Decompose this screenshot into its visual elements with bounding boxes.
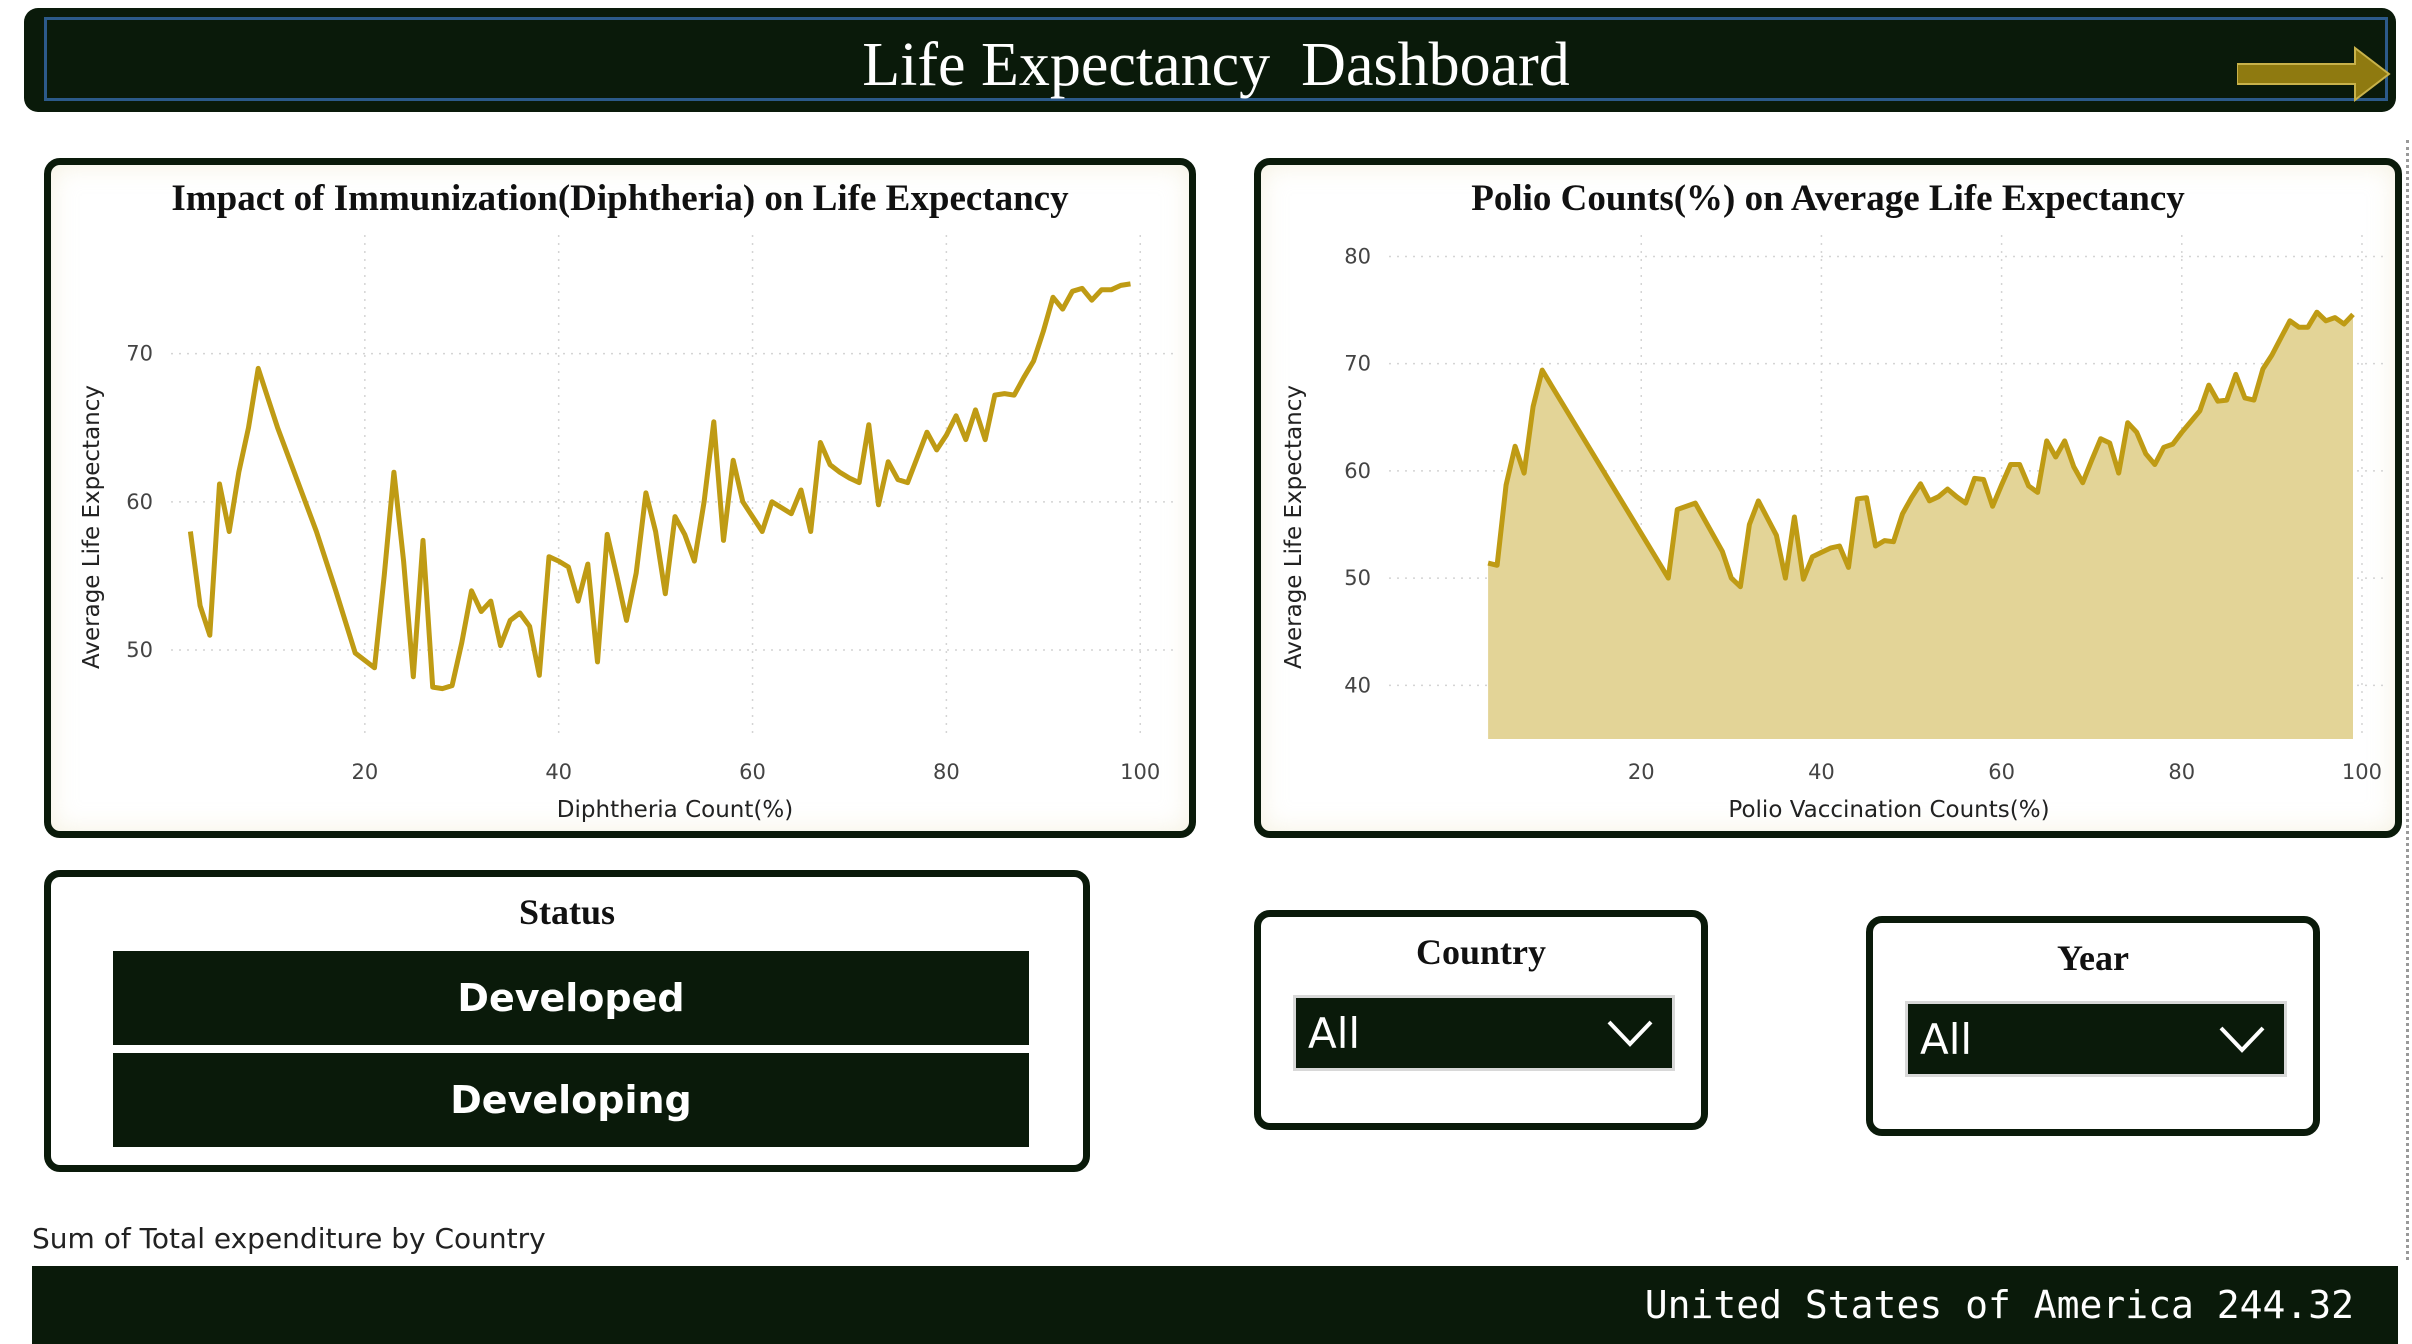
page-title: Life Expectancy Dashboard — [862, 31, 1570, 99]
y-tick-label: 80 — [1344, 244, 1371, 268]
x-tick-label: 60 — [739, 760, 766, 784]
expenditure-value: United States of America 244.32 — [1644, 1283, 2354, 1327]
x-tick-label: 60 — [1988, 760, 2015, 784]
year-selected-value: All — [1920, 1015, 1973, 1064]
polio-area-chart: 20 40 60 80 100 40 50 60 70 80 Polio Vaccination C… — [1281, 235, 2389, 823]
country-title: Country — [1415, 932, 1546, 972]
y-axis-label: Average Life Expectancy — [1281, 385, 1307, 669]
y-tick-label: 60 — [1344, 459, 1371, 483]
dashboard-header: Life Expectancy Dashboard — [24, 8, 2396, 112]
expenditure-label: Sum of Total expenditure by Country — [32, 1222, 546, 1255]
x-tick-label: 100 — [2342, 760, 2382, 784]
status-option-developing[interactable]: Developing — [113, 1053, 1029, 1147]
year-filter: Year All — [1866, 916, 2320, 1136]
right-arrow-icon[interactable] — [2237, 46, 2391, 102]
country-selected-value: All — [1308, 1009, 1361, 1058]
y-tick-label: 50 — [126, 638, 153, 662]
x-axis-label: Diphtheria Count(%) — [557, 797, 793, 823]
y-tick-label: 40 — [1344, 673, 1371, 697]
header-frame: Life Expectancy Dashboard — [44, 17, 2391, 102]
expenditure-bar: United States of America 244.32 — [32, 1266, 2398, 1344]
year-title: Year — [2057, 938, 2129, 978]
diphtheria-chart-panel: Impact of Immunization(Diphtheria) on Li… — [44, 158, 1196, 838]
status-option-developed[interactable]: Developed — [113, 951, 1029, 1045]
status-slicer: Status Developed Developing — [44, 870, 1090, 1172]
x-tick-label: 100 — [1120, 760, 1160, 784]
status-title: Status — [518, 892, 616, 932]
x-tick-label: 80 — [933, 760, 960, 784]
x-tick-label: 80 — [2168, 760, 2195, 784]
polio-chart-panel: Polio Counts(%) on Average Life Expectan… — [1254, 158, 2402, 838]
x-tick-label: 40 — [1808, 760, 1835, 784]
x-tick-label: 20 — [351, 760, 378, 784]
chevron-down-icon — [1607, 1020, 1653, 1047]
page-edge-divider — [2406, 140, 2409, 1260]
chevron-down-icon — [2219, 1026, 2265, 1053]
y-tick-label: 70 — [1344, 352, 1371, 376]
x-tick-label: 40 — [545, 760, 572, 784]
y-tick-label: 50 — [1344, 566, 1371, 590]
x-tick-label: 20 — [1628, 760, 1655, 784]
year-dropdown[interactable]: All — [1905, 1001, 2287, 1077]
arrow-shape — [2237, 46, 2391, 102]
series-area — [1488, 312, 2353, 739]
series-line — [187, 281, 1131, 692]
country-filter: Country All — [1254, 910, 1708, 1130]
y-tick-label: 60 — [126, 490, 153, 514]
y-axis-label: Average Life Expectancy — [79, 385, 105, 669]
y-tick-label: 70 — [126, 342, 153, 366]
x-axis-label: Polio Vaccination Counts(%) — [1728, 797, 2049, 823]
country-dropdown[interactable]: All — [1293, 995, 1675, 1071]
diphtheria-line-chart: 20 40 60 80 100 50 60 70 Diphtheria Count(%) Aver… — [79, 235, 1179, 823]
